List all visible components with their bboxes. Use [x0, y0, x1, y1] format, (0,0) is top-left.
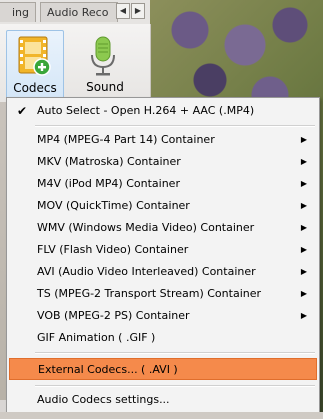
menu-item-vob[interactable]: VOB (MPEG-2 PS) Container ▶ [9, 305, 317, 327]
tab-scroll-right-button[interactable]: ▶ [131, 3, 145, 19]
codecs-label: Codecs [13, 81, 57, 95]
menu-item-label: Audio Codecs settings... [37, 393, 170, 406]
submenu-arrow-icon: ▶ [300, 179, 307, 188]
submenu-arrow-icon: ▶ [300, 289, 307, 298]
menu-item-label: VOB (MPEG-2 PS) Container [37, 309, 190, 322]
sound-label: Sound [86, 80, 124, 94]
menu-item-external-codecs[interactable]: External Codecs... ( .AVI ) [9, 358, 317, 380]
menu-item-label: FLV (Flash Video) Container [37, 243, 189, 256]
menu-item-label: TS (MPEG-2 Transport Stream) Container [37, 287, 262, 300]
codecs-button[interactable]: Codecs [6, 30, 64, 100]
menu-item-audio-codecs-settings[interactable]: Audio Codecs settings... [9, 389, 317, 411]
checkmark-icon: ✔ [17, 104, 28, 118]
submenu-arrow-icon: ▶ [300, 245, 307, 254]
menu-item-mp4[interactable]: MP4 (MPEG-4 Part 14) Container ▶ [9, 129, 317, 151]
menu-item-label: MOV (QuickTime) Container [37, 199, 190, 212]
submenu-arrow-icon: ▶ [300, 201, 307, 210]
menu-item-label: MKV (Matroska) Container [37, 155, 181, 168]
menu-item-label: Auto Select - Open H.264 + AAC (.MP4) [37, 104, 255, 117]
menu-item-avi[interactable]: AVI (Audio Video Interleaved) Container … [9, 261, 317, 283]
submenu-arrow-icon: ▶ [300, 223, 307, 232]
sound-button[interactable]: Sound [76, 30, 134, 100]
menu-item-label: AVI (Audio Video Interleaved) Container [37, 265, 256, 278]
menu-item-label: MP4 (MPEG-4 Part 14) Container [37, 133, 215, 146]
menu-item-mov[interactable]: MOV (QuickTime) Container ▶ [9, 195, 317, 217]
tab-video-recording[interactable]: ing [0, 2, 36, 22]
menu-item-mkv[interactable]: MKV (Matroska) Container ▶ [9, 151, 317, 173]
menu-item-label: WMV (Windows Media Video) Container [37, 221, 255, 234]
submenu-arrow-icon: ▶ [300, 311, 307, 320]
microphone-icon [91, 36, 115, 76]
menu-item-auto-select[interactable]: ✔ Auto Select - Open H.264 + AAC (.MP4) [9, 100, 317, 122]
film-codec-icon [18, 36, 51, 76]
status-bar [0, 412, 323, 419]
submenu-arrow-icon: ▶ [300, 135, 307, 144]
app-window: ing Audio Reco ◀ ▶ Codecs Sound ✔ Auto S… [0, 0, 323, 419]
tab-audio-recording[interactable]: Audio Reco [40, 2, 118, 22]
menu-separator [35, 385, 315, 387]
menu-item-wmv[interactable]: WMV (Windows Media Video) Container ▶ [9, 217, 317, 239]
menu-item-flv[interactable]: FLV (Flash Video) Container ▶ [9, 239, 317, 261]
menu-item-label: GIF Animation ( .GIF ) [37, 331, 156, 344]
menu-item-label: M4V (iPod MP4) Container [37, 177, 180, 190]
submenu-arrow-icon: ▶ [300, 157, 307, 166]
toolbar-panel: Codecs Sound [0, 24, 151, 102]
tab-bar: ing Audio Reco ◀ ▶ [0, 0, 150, 25]
menu-item-ts[interactable]: TS (MPEG-2 Transport Stream) Container ▶ [9, 283, 317, 305]
menu-separator [35, 125, 315, 127]
codec-context-menu: ✔ Auto Select - Open H.264 + AAC (.MP4) … [6, 97, 320, 415]
menu-separator [35, 352, 315, 354]
menu-item-gif[interactable]: GIF Animation ( .GIF ) [9, 327, 317, 349]
menu-item-label: External Codecs... ( .AVI ) [38, 363, 178, 376]
submenu-arrow-icon: ▶ [300, 267, 307, 276]
menu-item-m4v[interactable]: M4V (iPod MP4) Container ▶ [9, 173, 317, 195]
tab-scroll-left-button[interactable]: ◀ [116, 3, 130, 19]
